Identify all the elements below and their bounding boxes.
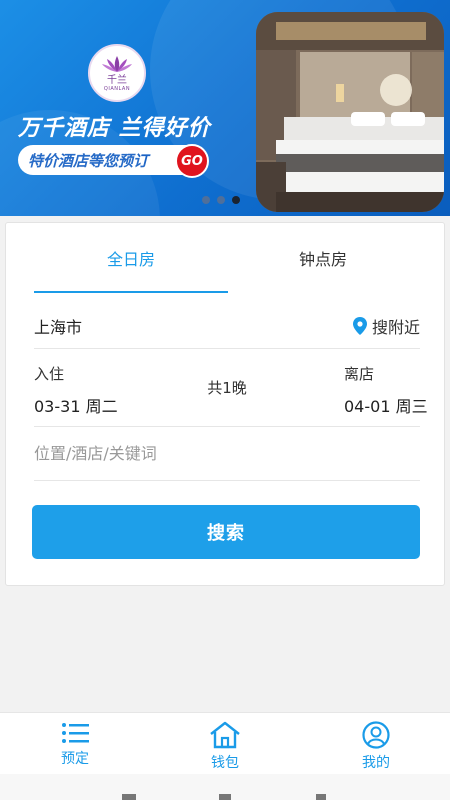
nav-wallet[interactable]: 钱包 [185, 721, 265, 772]
search-nearby-button[interactable]: 搜附近 [352, 314, 420, 338]
nav-wallet-label: 钱包 [211, 755, 239, 771]
date-row[interactable]: 入住 03-31 周二 共1晚 离店 04-01 周三 [34, 349, 428, 427]
carousel-dot-active[interactable] [232, 196, 240, 204]
city-selector[interactable]: 上海市 [34, 314, 82, 338]
nav-mine-label: 我的 [362, 755, 390, 771]
location-row[interactable]: 上海市 搜附近 [34, 303, 420, 349]
hotel-room-illustration [256, 12, 444, 212]
location-pin-icon [352, 316, 367, 335]
room-type-tabs: 全日房 钟点房 [6, 223, 446, 293]
system-navigation-bar [0, 774, 450, 800]
nav-book-label: 预定 [61, 751, 89, 767]
home-key-icon[interactable] [219, 794, 231, 800]
back-key-icon[interactable] [316, 794, 326, 800]
carousel-dot[interactable] [217, 196, 225, 204]
user-profile-icon [362, 721, 390, 749]
search-button[interactable]: 搜索 [32, 505, 420, 559]
list-icon [62, 723, 89, 743]
nav-book[interactable]: 预定 [35, 721, 115, 768]
booking-card: 全日房 钟点房 上海市 搜附近 入住 03-31 周二 共1晚 离店 04-01… [5, 222, 445, 586]
carousel-dot[interactable] [202, 196, 210, 204]
go-button[interactable]: GO [175, 144, 209, 178]
tab-hourly[interactable]: 钟点房 [226, 223, 420, 293]
carousel-indicator[interactable] [202, 196, 240, 204]
active-tab-underline [34, 291, 228, 293]
logo-subtitle: QIANLAN [103, 86, 131, 92]
nav-mine[interactable]: 我的 [336, 721, 416, 772]
hotel-room-photo [256, 12, 444, 212]
brand-logo: 千兰 QIANLAN [88, 44, 146, 102]
tab-all-day[interactable]: 全日房 [34, 223, 228, 293]
logo-name: 千兰 [107, 75, 127, 86]
keyword-row [34, 427, 420, 481]
promo-pill-text: 特价酒店等您预订 [28, 151, 149, 170]
home-icon [210, 721, 240, 749]
banner-slogan: 万千酒店 兰得好价 [18, 116, 211, 141]
checkout-label: 离店 [344, 365, 375, 383]
checkout-date[interactable]: 04-01 周三 [344, 393, 428, 417]
search-nearby-label: 搜附近 [371, 317, 420, 337]
bottom-navigation: 预定 钱包 我的 [0, 712, 450, 774]
menu-key-icon[interactable] [122, 794, 136, 800]
promo-banner[interactable]: 千兰 QIANLAN 万千酒店 兰得好价 特价酒店等您预订 GO [0, 0, 450, 216]
keyword-search-input[interactable] [34, 444, 420, 463]
lotus-icon [102, 56, 132, 72]
